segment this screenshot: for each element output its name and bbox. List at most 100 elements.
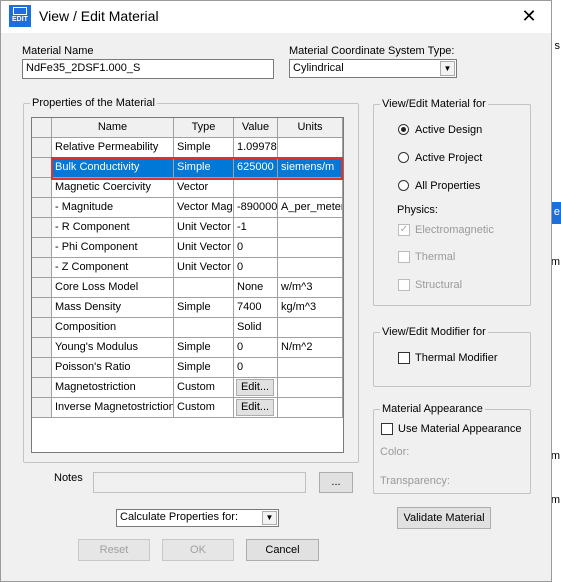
cell-type[interactable]: Unit Vector [174, 258, 234, 278]
cell-units[interactable] [278, 218, 343, 238]
cell-type[interactable]: Simple [174, 298, 234, 318]
structural-checkbox[interactable] [398, 279, 410, 291]
cell-name[interactable]: Composition [52, 318, 174, 338]
cell-type[interactable]: Custom [174, 398, 234, 418]
cell-value[interactable]: Edit... [234, 398, 278, 418]
cell-value[interactable]: 7400 [234, 298, 278, 318]
cell-units[interactable] [278, 178, 343, 198]
row-header[interactable] [32, 198, 52, 218]
cell-type[interactable]: Simple [174, 338, 234, 358]
cell-value[interactable]: -890000 [234, 198, 278, 218]
row-header[interactable] [32, 218, 52, 238]
title-bar[interactable]: EDIT View / Edit Material ✕ [1, 1, 551, 33]
active-project-radio[interactable] [398, 152, 409, 163]
cell-type[interactable]: Unit Vector [174, 218, 234, 238]
cell-name[interactable]: Poisson's Ratio [52, 358, 174, 378]
cell-value[interactable]: 0 [234, 258, 278, 278]
row-header[interactable] [32, 258, 52, 278]
cell-value[interactable]: Edit... [234, 378, 278, 398]
use-material-appearance-checkbox[interactable] [381, 423, 393, 435]
notes-browse-button[interactable]: ... [319, 472, 353, 493]
validate-material-button[interactable]: Validate Material [397, 507, 491, 529]
row-header[interactable] [32, 278, 52, 298]
electromagnetic-checkbox[interactable]: ✓ [398, 224, 410, 236]
cell-type[interactable]: Simple [174, 358, 234, 378]
thermal-modifier-checkbox[interactable] [398, 352, 410, 364]
cell-units[interactable]: w/m^3 [278, 278, 343, 298]
properties-grid[interactable]: Name Type Value Units Relative Permeabil… [31, 117, 344, 453]
chevron-down-icon[interactable]: ▼ [262, 511, 277, 525]
calculate-properties-select[interactable]: Calculate Properties for: ▼ [116, 509, 279, 527]
close-icon[interactable]: ✕ [507, 1, 551, 33]
column-header-units[interactable]: Units [278, 118, 343, 138]
cell-value[interactable]: None [234, 278, 278, 298]
cell-name[interactable]: Magnetostriction [52, 378, 174, 398]
chevron-down-icon[interactable]: ▼ [440, 61, 455, 76]
thermal-checkbox[interactable] [398, 251, 410, 263]
cell-units[interactable] [278, 358, 343, 378]
cell-name[interactable]: - R Component [52, 218, 174, 238]
row-header[interactable] [32, 378, 52, 398]
row-header[interactable] [32, 398, 52, 418]
cell-type[interactable] [174, 278, 234, 298]
row-header[interactable] [32, 158, 52, 178]
cell-units[interactable] [278, 258, 343, 278]
thermal-modifier-label[interactable]: Thermal Modifier [415, 352, 498, 364]
cell-value[interactable]: -1 [234, 218, 278, 238]
cancel-button[interactable]: Cancel [246, 539, 319, 561]
cell-units[interactable]: kg/m^3 [278, 298, 343, 318]
column-header-name[interactable]: Name [52, 118, 174, 138]
active-design-label[interactable]: Active Design [415, 124, 482, 136]
cell-units[interactable] [278, 138, 343, 158]
cell-type[interactable]: Vector [174, 178, 234, 198]
cell-name[interactable]: Inverse Magnetostriction [52, 398, 174, 418]
notes-input[interactable] [93, 472, 306, 493]
cell-units[interactable]: A_per_meter [278, 198, 343, 218]
cell-name[interactable]: - Phi Component [52, 238, 174, 258]
cell-name[interactable]: Core Loss Model [52, 278, 174, 298]
row-header[interactable] [32, 358, 52, 378]
cell-name[interactable]: Magnetic Coercivity [52, 178, 174, 198]
cell-name[interactable]: Young's Modulus [52, 338, 174, 358]
cell-type[interactable] [174, 318, 234, 338]
cell-name[interactable]: Mass Density [52, 298, 174, 318]
cell-units[interactable] [278, 378, 343, 398]
reset-button[interactable]: Reset [78, 539, 150, 561]
row-header[interactable] [32, 238, 52, 258]
active-project-label[interactable]: Active Project [415, 152, 482, 164]
cell-value[interactable]: Solid [234, 318, 278, 338]
cell-name[interactable]: - Magnitude [52, 198, 174, 218]
edit-button[interactable]: Edit... [236, 399, 274, 416]
use-material-appearance-label[interactable]: Use Material Appearance [398, 423, 522, 435]
cell-type[interactable]: Vector Mag [174, 198, 234, 218]
cell-units[interactable]: N/m^2 [278, 338, 343, 358]
active-design-radio[interactable] [398, 124, 409, 135]
cell-name[interactable]: - Z Component [52, 258, 174, 278]
row-header[interactable] [32, 178, 52, 198]
edit-button[interactable]: Edit... [236, 379, 274, 396]
all-properties-label[interactable]: All Properties [415, 180, 480, 192]
row-header[interactable] [32, 318, 52, 338]
cell-units[interactable] [278, 238, 343, 258]
row-header[interactable] [32, 338, 52, 358]
cell-type[interactable]: Simple [174, 138, 234, 158]
transparency-label: Transparency: [380, 475, 450, 487]
cell-units[interactable] [278, 398, 343, 418]
cell-value[interactable]: 1.09978 [234, 138, 278, 158]
cell-type[interactable]: Custom [174, 378, 234, 398]
cell-value[interactable]: 0 [234, 358, 278, 378]
row-header[interactable] [32, 138, 52, 158]
row-header[interactable] [32, 298, 52, 318]
cell-type[interactable]: Unit Vector [174, 238, 234, 258]
cell-value[interactable]: 0 [234, 338, 278, 358]
ok-button[interactable]: OK [162, 539, 234, 561]
all-properties-radio[interactable] [398, 180, 409, 191]
material-name-input[interactable]: NdFe35_2DSF1.000_S [22, 59, 274, 79]
column-header-value[interactable]: Value [234, 118, 278, 138]
cell-name[interactable]: Relative Permeability [52, 138, 174, 158]
coordinate-system-select[interactable]: Cylindrical ▼ [289, 59, 457, 78]
column-header-type[interactable]: Type [174, 118, 234, 138]
cell-units[interactable] [278, 318, 343, 338]
cell-value[interactable] [234, 178, 278, 198]
cell-value[interactable]: 0 [234, 238, 278, 258]
